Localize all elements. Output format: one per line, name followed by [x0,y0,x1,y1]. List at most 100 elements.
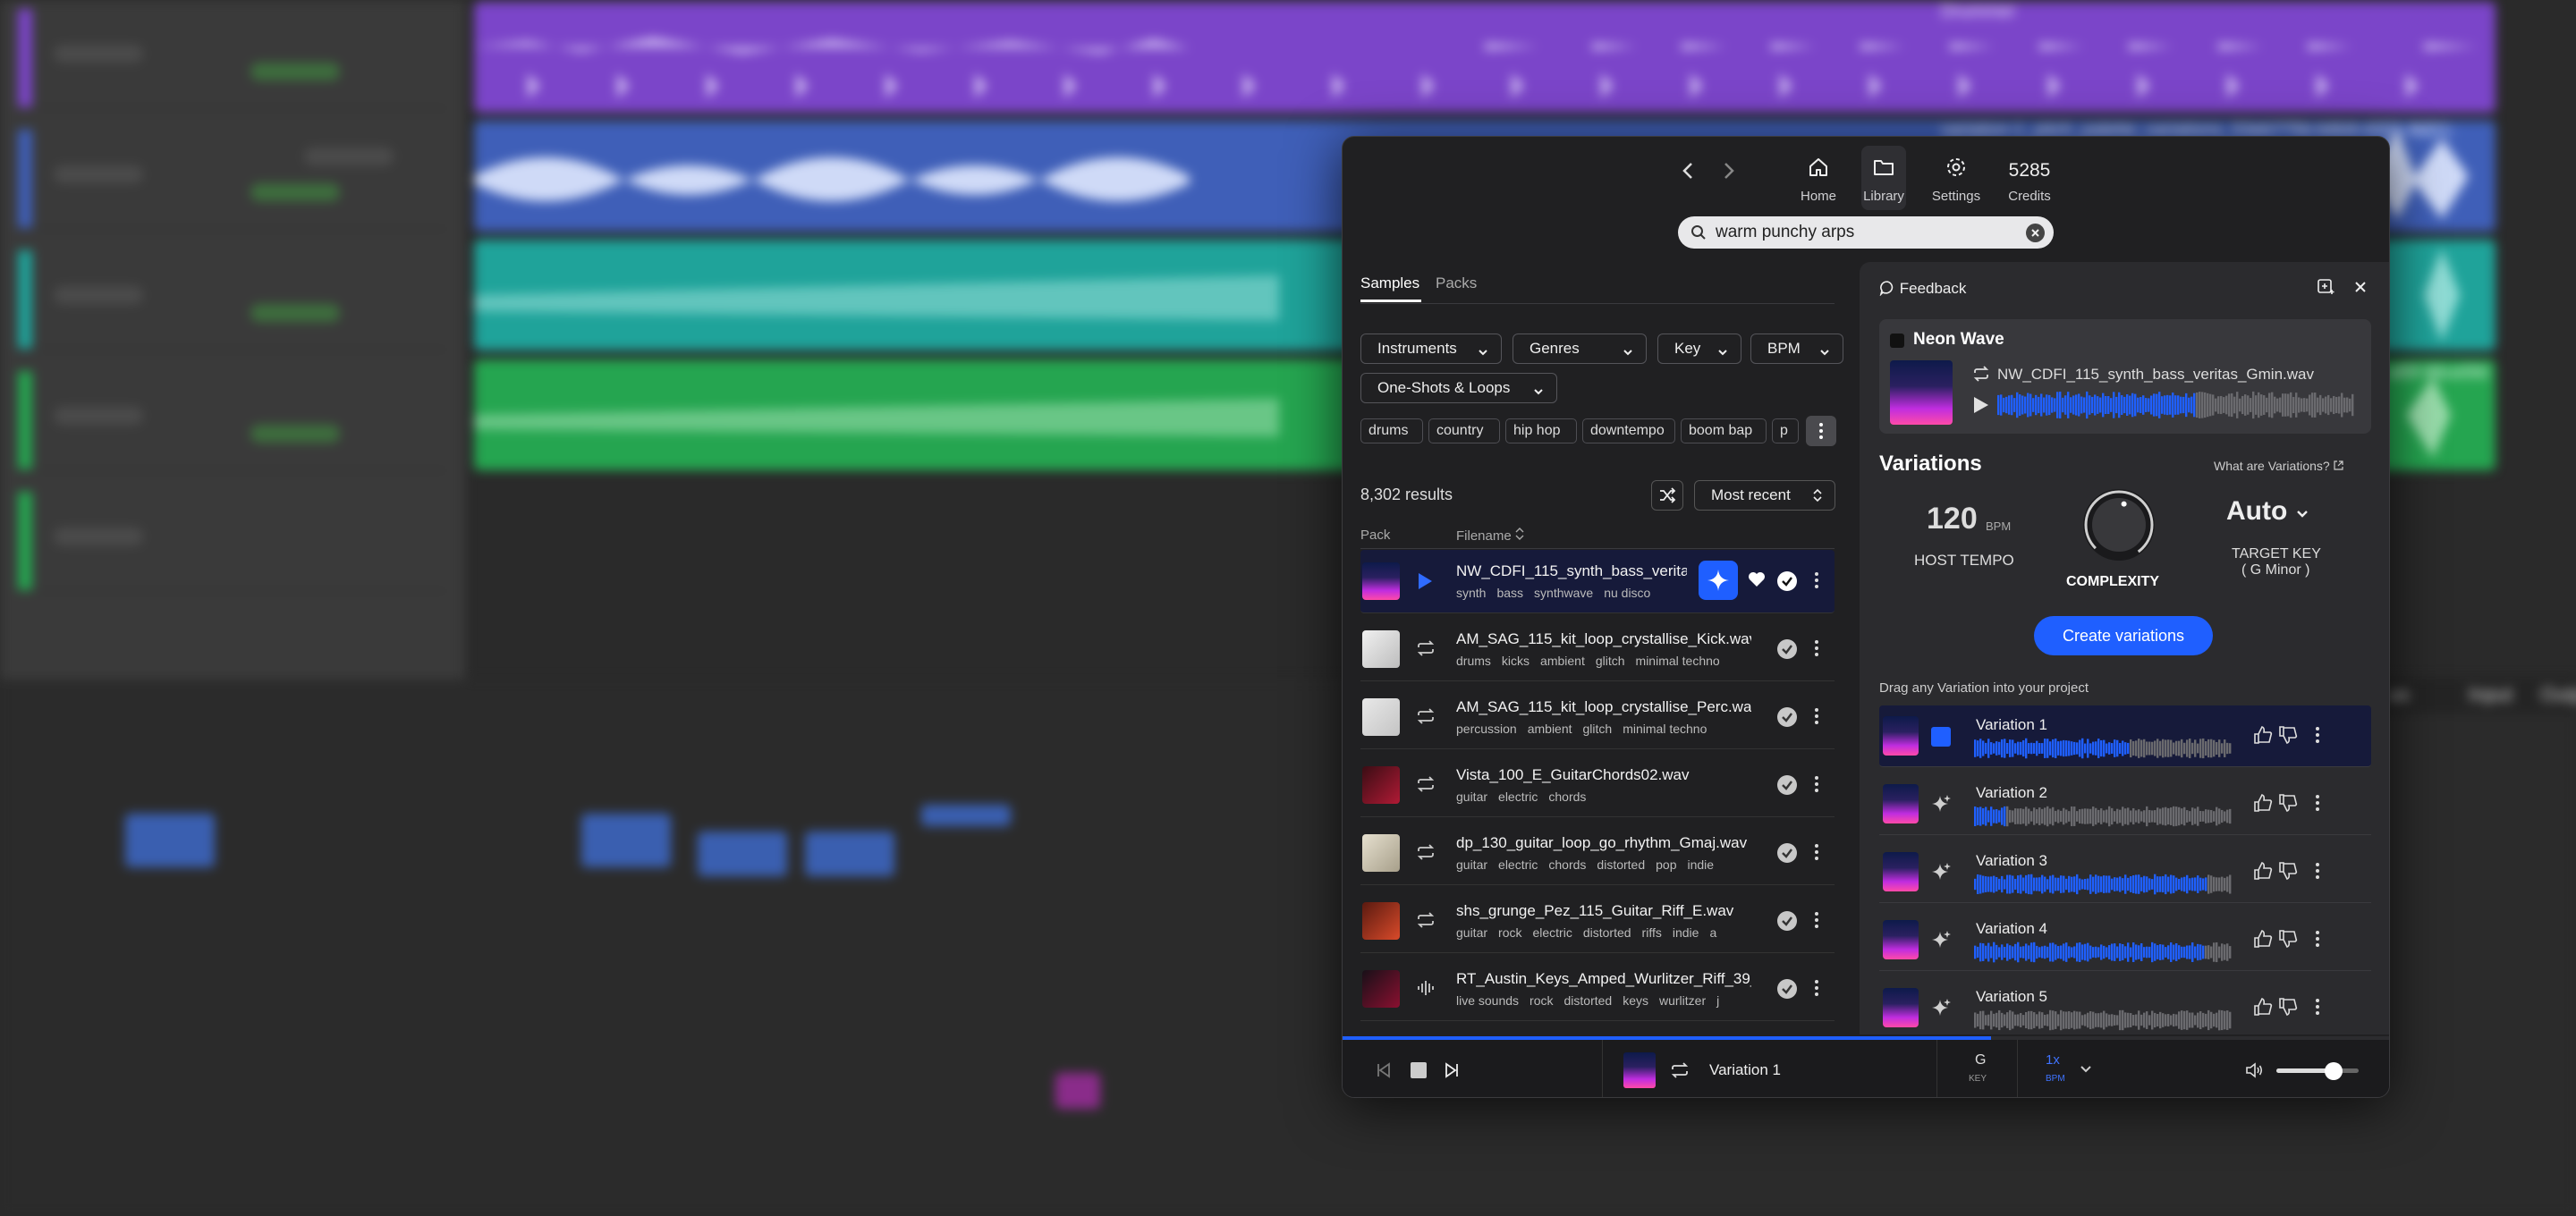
tag[interactable]: j [1716,993,1719,1008]
chip-tag[interactable]: p [1772,418,1799,443]
tab-samples[interactable]: Samples [1360,274,1419,292]
tag[interactable]: rock [1498,925,1521,940]
tab-packs[interactable]: Packs [1436,274,1477,292]
tag[interactable]: drums [1456,654,1491,668]
volume-icon[interactable] [2244,1061,2264,1084]
nav-credits[interactable]: 5285 Credits [1999,146,2060,210]
tag[interactable]: distorted [1597,857,1645,872]
check-circle-icon[interactable] [1777,911,1797,931]
tag[interactable]: distorted [1583,925,1631,940]
chip-tag[interactable]: downtempo [1582,418,1675,443]
tag[interactable]: a [1709,925,1716,940]
check-circle-icon[interactable] [1777,571,1797,591]
col-pack[interactable]: Pack [1360,528,1390,543]
transport-bpm-value[interactable]: 1x [2046,1052,2060,1068]
tag[interactable]: kicks [1502,654,1530,668]
kebab-icon[interactable] [1808,638,1826,663]
loop-icon[interactable] [1416,639,1436,662]
kebab-icon[interactable] [1808,910,1826,934]
kebab-icon[interactable] [1808,978,1826,1002]
check-circle-icon[interactable] [1777,979,1797,999]
thumbs-up-icon[interactable] [2253,997,2273,1021]
play-icon[interactable] [1970,394,1990,420]
sample-row[interactable]: dp_130_guitar_loop_go_rhythm_Gmaj.wav gui… [1360,822,1835,885]
tag[interactable]: indie [1687,857,1714,872]
tag[interactable]: electric [1532,925,1572,940]
variation-row[interactable]: Variation 2 [1879,773,2371,835]
tag[interactable]: distorted [1564,993,1613,1008]
clear-search-icon[interactable] [2026,224,2045,242]
close-icon[interactable] [2353,280,2368,299]
chip-tag[interactable]: hip hop [1505,418,1577,443]
oneshot-waveform-icon[interactable] [1416,979,1436,1001]
thumbs-down-icon[interactable] [2278,997,2298,1021]
tag[interactable]: keys [1623,993,1648,1008]
filter-oneshots-loops[interactable]: One-Shots & Loops [1360,373,1557,403]
tag[interactable]: live sounds [1456,993,1519,1008]
tag[interactable]: glitch [1583,722,1613,736]
tag[interactable]: rock [1530,993,1553,1008]
kebab-icon[interactable] [2309,725,2326,749]
search-bar[interactable]: warm punchy arps [1678,216,2054,249]
shuffle-button[interactable] [1651,480,1683,511]
loop-icon[interactable] [1416,911,1436,933]
tag[interactable]: electric [1498,790,1538,804]
tag[interactable]: wurlitzer [1659,993,1706,1008]
sparkle-icon[interactable] [1930,929,1952,955]
filter-key[interactable]: Key [1657,334,1741,364]
forward-icon[interactable] [1722,160,1736,182]
sort-dropdown[interactable]: Most recent [1694,480,1835,511]
check-circle-icon[interactable] [1777,639,1797,659]
variation-row[interactable]: Variation 5 [1879,977,2371,1039]
nav-library[interactable]: Library [1861,146,1906,210]
col-filename[interactable]: Filename [1456,528,1524,544]
kebab-icon[interactable] [2309,861,2326,885]
thumbs-down-icon[interactable] [2278,929,2298,953]
search-input[interactable]: warm punchy arps [1716,223,1854,242]
kebab-icon[interactable] [1808,842,1826,866]
feedback-button[interactable]: Feedback [1879,280,1966,298]
chip-tag[interactable]: country [1428,418,1500,443]
tag[interactable]: guitar [1456,925,1487,940]
kebab-icon[interactable] [1808,774,1826,798]
skip-back-icon[interactable] [1375,1061,1393,1084]
sample-row[interactable]: AM_SAG_115_kit_loop_crystallise_Perc.wav… [1360,686,1835,749]
tag[interactable]: bass [1496,586,1523,600]
tag[interactable]: synthwave [1534,586,1593,600]
variation-row[interactable]: Variation 1 [1879,705,2371,767]
sample-row[interactable]: RT_Austin_Keys_Amped_Wurlitzer_Riff_39_K… [1360,958,1835,1021]
tag[interactable]: ambient [1540,654,1585,668]
volume-handle[interactable] [2325,1062,2343,1080]
what-are-variations-link[interactable]: What are Variations? [2214,459,2343,473]
chip-tag[interactable]: boom bap [1681,418,1767,443]
loop-icon[interactable] [1416,707,1436,730]
tag[interactable]: chords [1548,790,1586,804]
tag[interactable]: guitar [1456,857,1487,872]
skip-forward-icon[interactable] [1443,1061,1461,1084]
sample-row[interactable]: Vista_100_E_GuitarChords02.wav guitar elec… [1360,754,1835,817]
sample-row[interactable]: NW_CDFI_115_synth_bass_veritas_Gmin.wavs… [1360,550,1835,613]
chevron-down-icon[interactable] [2080,1063,2092,1079]
filter-instruments[interactable]: Instruments [1360,334,1502,364]
play-icon[interactable] [1416,571,1434,595]
kebab-icon[interactable] [1808,706,1826,730]
variation-row[interactable]: Variation 3 [1879,841,2371,903]
transport-key-value[interactable]: G [1975,1052,1986,1068]
nav-home[interactable]: Home [1788,146,1849,210]
complexity-knob[interactable] [2081,487,2157,562]
thumbs-down-icon[interactable] [2278,725,2298,749]
tag[interactable]: pop [1656,857,1676,872]
stop-icon[interactable] [1411,1062,1427,1078]
sparkle-icon[interactable] [1930,861,1952,887]
add-to-project-icon[interactable] [2317,278,2334,300]
more-chips-button[interactable] [1806,416,1836,446]
tag[interactable]: glitch [1596,654,1625,668]
stop-icon[interactable] [1931,727,1951,747]
tag[interactable]: synth [1456,586,1486,600]
tag[interactable]: minimal techno [1636,654,1720,668]
check-circle-icon[interactable] [1777,775,1797,795]
chip-tag[interactable]: drums [1360,418,1423,443]
nav-settings[interactable]: Settings [1926,146,1987,210]
heart-icon[interactable] [1747,570,1767,593]
sample-row[interactable]: AM_SAG_115_kit_loop_crystallise_Kick.wav… [1360,618,1835,681]
